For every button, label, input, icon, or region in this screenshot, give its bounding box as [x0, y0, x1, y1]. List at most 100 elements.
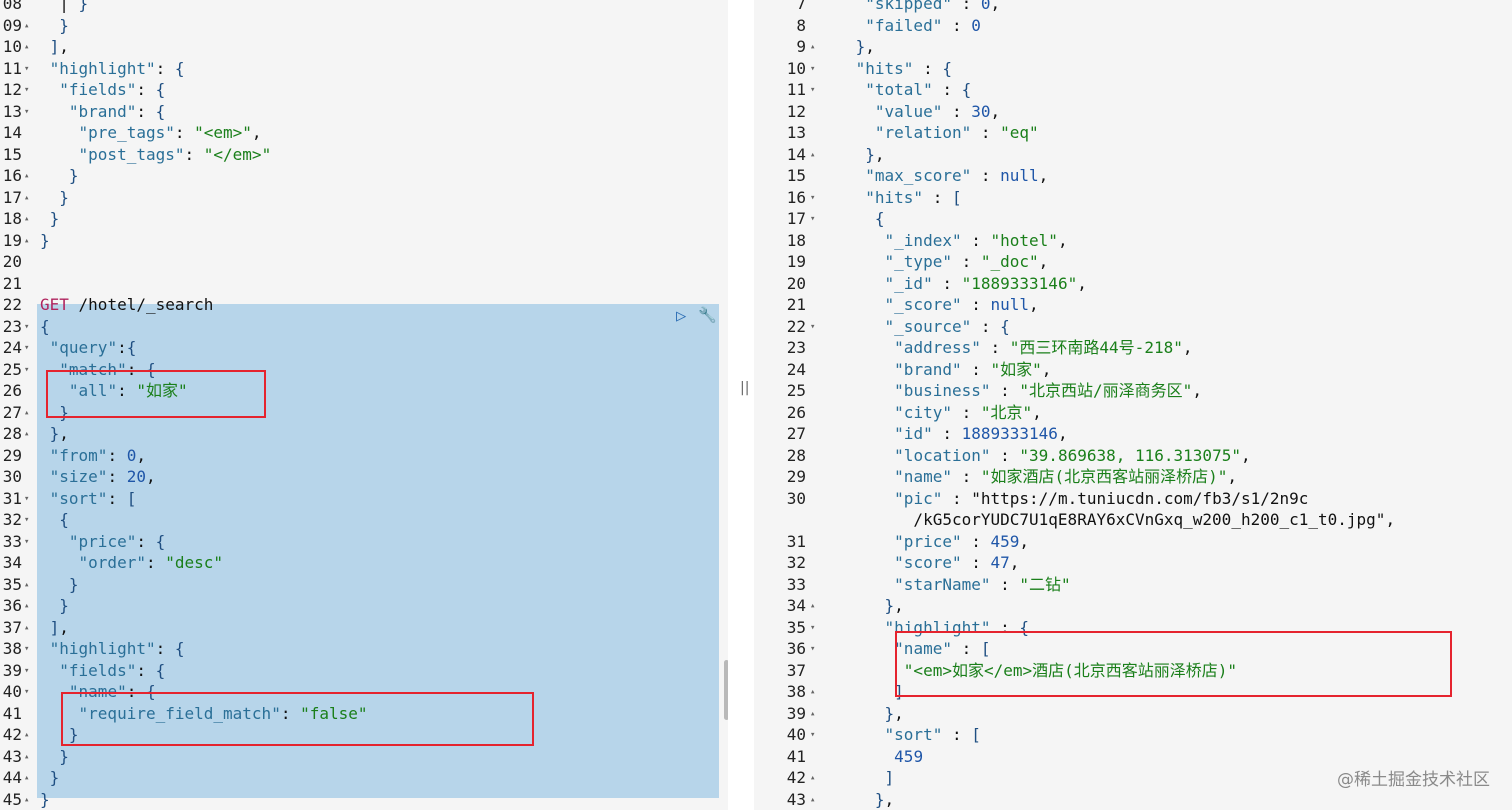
code-text: {	[874, 209, 885, 228]
code-text: }	[59, 596, 69, 615]
fold-close-icon[interactable]: ▴	[810, 789, 815, 810]
fold-open-icon[interactable]: ▾	[24, 337, 29, 359]
fold-close-icon[interactable]: ▴	[810, 595, 815, 617]
fold-close-icon[interactable]: ▴	[24, 36, 29, 58]
fold-close-icon[interactable]: ▴	[24, 208, 29, 230]
line-number: 40	[2, 682, 22, 701]
fold-close-icon[interactable]: ▴	[810, 703, 815, 725]
fold-open-icon[interactable]: ▾	[24, 531, 29, 553]
line-number: 37	[2, 617, 22, 637]
line-number: 9	[796, 37, 806, 56]
code-text: "location" : "39.869638, 116.313075",	[894, 445, 1251, 465]
fold-open-icon[interactable]: ▾	[24, 681, 29, 703]
line-number: 26	[786, 402, 806, 422]
code-text: "_source" : {	[884, 316, 1010, 336]
fold-open-icon[interactable]: ▾	[24, 101, 29, 123]
line-number: 12	[2, 80, 22, 99]
pane-drag-handle[interactable]: ||	[740, 380, 749, 396]
fold-open-icon[interactable]: ▾	[810, 617, 815, 639]
fold-open-icon[interactable]: ▾	[24, 58, 29, 80]
fold-close-icon[interactable]: ▴	[810, 681, 815, 703]
code-text: "sort" : [	[884, 725, 981, 744]
line-number: 27	[2, 402, 22, 422]
fold-close-icon[interactable]: ▴	[24, 402, 29, 424]
line-number: 40	[786, 725, 806, 744]
fold-close-icon[interactable]: ▴	[24, 15, 29, 37]
code-text: ]	[884, 768, 895, 787]
fold-close-icon[interactable]: ▴	[810, 36, 815, 58]
line-number: 39	[786, 703, 806, 723]
line-number: 15	[2, 144, 22, 164]
line-number: 28	[786, 445, 806, 465]
code-text: },	[884, 596, 904, 615]
wrench-icon[interactable]: 🔧	[698, 306, 717, 324]
line-number: 25	[786, 381, 806, 400]
fold-close-icon[interactable]: ▴	[24, 617, 29, 639]
line-number: 25	[2, 359, 22, 379]
request-editor[interactable]: 08 | } 09 ▴ } 10 ▴ ], 11 ▾ "highlight": {12 ▾ "…	[0, 0, 728, 810]
line-number: 16	[2, 166, 22, 185]
fold-close-icon[interactable]: ▴	[810, 144, 815, 166]
code-text: {	[40, 316, 50, 336]
fold-open-icon[interactable]: ▾	[810, 79, 815, 101]
line-number: 34	[786, 596, 806, 615]
fold-open-icon[interactable]: ▾	[810, 187, 815, 209]
fold-close-icon[interactable]: ▴	[810, 767, 815, 789]
fold-close-icon[interactable]: ▴	[24, 789, 29, 810]
line-number: 13	[786, 123, 806, 142]
fold-close-icon[interactable]: ▴	[24, 767, 29, 789]
fold-close-icon[interactable]: ▴	[24, 423, 29, 445]
line-number: 42	[786, 768, 806, 787]
line-number: 10	[2, 37, 22, 56]
fold-open-icon[interactable]: ▾	[810, 316, 815, 338]
pane-divider[interactable]	[728, 0, 754, 810]
fold-open-icon[interactable]: ▾	[24, 509, 29, 531]
play-icon[interactable]: ▷	[676, 306, 686, 326]
fold-close-icon[interactable]: ▴	[24, 187, 29, 209]
code-text: "query":{	[49, 338, 137, 357]
fold-open-icon[interactable]: ▾	[810, 208, 815, 230]
fold-close-icon[interactable]: ▴	[24, 165, 29, 187]
code-text: "skipped" : 0,	[865, 0, 1001, 13]
line-number: 28	[2, 424, 22, 443]
fold-open-icon[interactable]: ▾	[24, 638, 29, 660]
line-number: 26	[2, 381, 22, 400]
line-number: 37	[786, 660, 806, 680]
fold-close-icon[interactable]: ▴	[24, 724, 29, 746]
fold-close-icon[interactable]: ▴	[24, 595, 29, 617]
line-number: 38	[786, 682, 806, 701]
code-text: "_index" : "hotel",	[884, 230, 1068, 250]
fold-open-icon[interactable]: ▾	[810, 724, 815, 746]
code-text: "value" : 30,	[874, 101, 1001, 121]
code-text: "price" : 459,	[894, 531, 1030, 551]
code-text: "post_tags": "</em>"	[78, 144, 272, 164]
code-text: },	[874, 789, 895, 809]
fold-close-icon[interactable]: ▴	[24, 574, 29, 596]
code-text: "fields": {	[59, 80, 166, 99]
line-number: 22	[786, 316, 806, 336]
line-number: 35	[2, 574, 22, 594]
code-text: "size": 20,	[49, 467, 156, 486]
code-text: }	[49, 768, 60, 787]
fold-open-icon[interactable]: ▾	[24, 488, 29, 510]
line-number: 32	[2, 510, 22, 529]
line-number: 45	[2, 789, 22, 809]
code-text: }	[49, 209, 60, 228]
code-text: 459	[894, 746, 924, 766]
code-text: "id" : 1889333146,	[894, 424, 1068, 443]
line-number: 20	[786, 273, 806, 293]
fold-close-icon[interactable]: ▴	[24, 230, 29, 252]
line-number: 17	[2, 187, 22, 207]
code-text: "pic" : "https://m.tuniucdn.com/fb3/s1/2…	[894, 488, 1309, 508]
code-text: "score" : 47,	[894, 553, 1020, 572]
fold-open-icon[interactable]: ▾	[810, 58, 815, 80]
line-number: 11	[786, 80, 806, 99]
fold-close-icon[interactable]: ▴	[24, 746, 29, 768]
code-text: "business" : "北京西站/丽泽商务区",	[894, 381, 1202, 400]
fold-open-icon[interactable]: ▾	[810, 638, 815, 660]
fold-open-icon[interactable]: ▾	[24, 79, 29, 101]
fold-open-icon[interactable]: ▾	[24, 660, 29, 682]
fold-open-icon[interactable]: ▾	[24, 359, 29, 381]
line-number: 38	[2, 639, 22, 658]
fold-open-icon[interactable]: ▾	[24, 316, 29, 338]
